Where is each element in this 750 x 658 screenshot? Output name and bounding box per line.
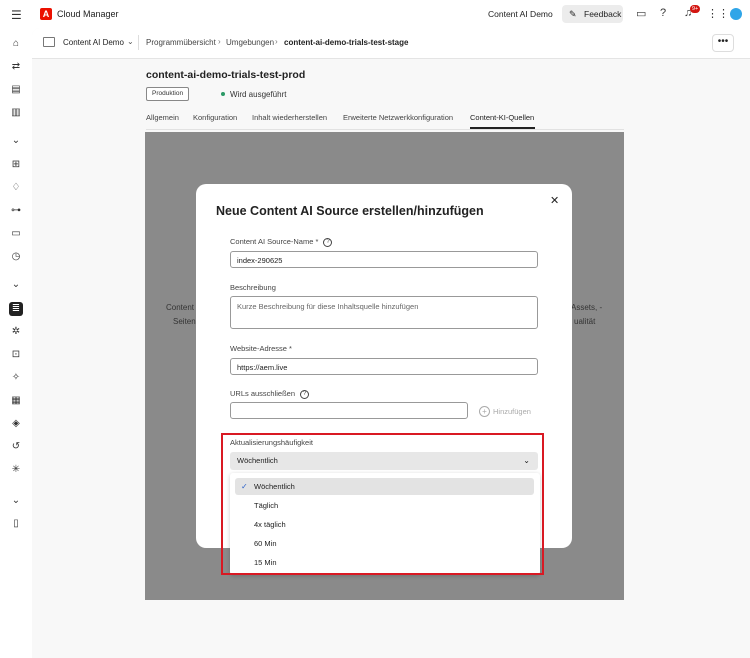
background-text: Content — [166, 303, 195, 312]
dashboard-icon[interactable]: ⊞ — [9, 158, 23, 172]
home-icon[interactable]: ⌂ — [9, 37, 23, 51]
chevron-right-icon: › — [218, 37, 221, 46]
folder-icon[interactable]: ▭ — [9, 227, 23, 241]
org-switcher[interactable]: Content AI Demo — [488, 9, 553, 19]
chat-icon[interactable]: ▭ — [636, 7, 646, 20]
settings-icon[interactable]: ✲ — [9, 325, 23, 339]
avatar[interactable] — [730, 8, 742, 20]
page-title: content-ai-demo-trials-test-prod — [146, 69, 306, 81]
breadcrumb-bar: Content AI Demo ⌄ Programmübersicht › Um… — [32, 28, 750, 59]
environments-icon[interactable]: ▤ — [9, 83, 23, 97]
help-icon[interactable]: ? — [300, 389, 310, 399]
chevron-down-icon[interactable]: ⌄ — [127, 37, 134, 46]
program-icon — [43, 37, 55, 47]
asterisk-icon[interactable]: ✳ — [9, 463, 23, 477]
background-text: ualität — [574, 317, 596, 326]
top-bar: ☰ A Cloud Manager Content AI Demo ✎ Feed… — [0, 0, 750, 28]
help-icon[interactable]: ? — [660, 7, 666, 19]
feedback-icon: ✎ — [569, 9, 577, 19]
tabs-divider — [146, 129, 624, 130]
plus-icon: + — [479, 406, 490, 417]
dialog-title: Neue Content AI Source erstellen/hinzufü… — [216, 204, 484, 218]
background-text: Assets, - — [571, 303, 603, 312]
sidebar: ⌂ ⇄ ▤ ▥ ⌄ ⊞ ♢ ⊶ ▭ ◷ ⌄ ≣ ✲ ⊡ ✧ ▦ ◈ ↺ ✳ ⌄ … — [0, 28, 32, 658]
tab-content-ai-sources[interactable]: Content-KI-Quellen — [470, 113, 534, 122]
app-title: Cloud Manager — [57, 9, 119, 19]
divider — [138, 35, 139, 50]
feedback-label: Feedback — [584, 9, 622, 19]
description-label: Beschreibung — [230, 283, 276, 292]
website-label: Website-Adresse * — [230, 344, 292, 353]
status-dot — [221, 92, 225, 96]
tab-general[interactable]: Allgemein — [146, 113, 179, 122]
clock-icon[interactable]: ◷ — [9, 250, 23, 264]
chevron-down-icon[interactable]: ⌄ — [9, 278, 23, 292]
adobe-logo-icon: A — [40, 8, 52, 20]
website-input[interactable]: https://aem.live — [230, 358, 538, 375]
menu-icon[interactable]: ☰ — [11, 8, 22, 22]
active-tab-indicator — [470, 127, 535, 129]
source-name-label: Content AI Source-Name * ? — [230, 237, 333, 247]
help-icon[interactable]: ? — [323, 237, 333, 247]
exclude-urls-label: URLs ausschließen ? — [230, 389, 310, 399]
description-textarea[interactable]: Kurze Beschreibung für diese Inhaltsquel… — [230, 296, 538, 329]
history-icon[interactable]: ↺ — [9, 440, 23, 454]
apps-grid-icon[interactable]: ⋮⋮ — [707, 7, 729, 20]
status-text: Wird ausgeführt — [230, 90, 287, 99]
calendar-icon[interactable]: ▦ — [9, 394, 23, 408]
tab-configuration[interactable]: Konfiguration — [193, 113, 237, 122]
tab-restore-content[interactable]: Inhalt wiederherstellen — [252, 113, 327, 122]
breadcrumb-current: content-ai-demo-trials-test-stage — [284, 38, 409, 47]
environment-badge: Produktion — [146, 87, 190, 101]
breadcrumb-item[interactable]: Umgebungen — [226, 38, 274, 47]
book-icon[interactable]: ▯ — [9, 517, 23, 531]
chevron-down-icon[interactable]: ⌄ — [9, 494, 23, 508]
box-icon[interactable]: ◈ — [9, 417, 23, 431]
more-actions-button[interactable]: ••• — [712, 34, 734, 52]
exclude-urls-input[interactable] — [230, 402, 468, 419]
chevron-right-icon: › — [275, 37, 278, 46]
breadcrumb-item[interactable]: Programmübersicht — [146, 38, 216, 47]
close-icon[interactable]: ✕ — [550, 194, 559, 207]
ai-star-icon[interactable]: ✧ — [9, 371, 23, 385]
lock-icon[interactable]: ⊡ — [9, 348, 23, 362]
source-name-input[interactable]: index-290625 — [230, 251, 538, 268]
program-selector[interactable]: Content AI Demo — [63, 38, 124, 47]
notification-badge: 9+ — [690, 5, 701, 13]
notifications-icon[interactable]: ♢ — [9, 181, 23, 195]
background-text: Seiten — [173, 317, 196, 326]
feedback-button[interactable]: ✎ Feedback — [562, 5, 623, 23]
reports-icon[interactable]: ▥ — [9, 106, 23, 120]
highlight-box — [221, 433, 544, 575]
tab-advanced-network[interactable]: Erweiterte Netzwerkkonfiguration — [343, 113, 453, 122]
database-icon[interactable]: ≣ — [9, 302, 23, 316]
network-icon[interactable]: ⊶ — [9, 204, 23, 218]
pipelines-icon[interactable]: ⇄ — [9, 60, 23, 74]
add-url-button[interactable]: + Hinzufügen — [479, 406, 531, 417]
chevron-down-icon[interactable]: ⌄ — [9, 134, 23, 148]
